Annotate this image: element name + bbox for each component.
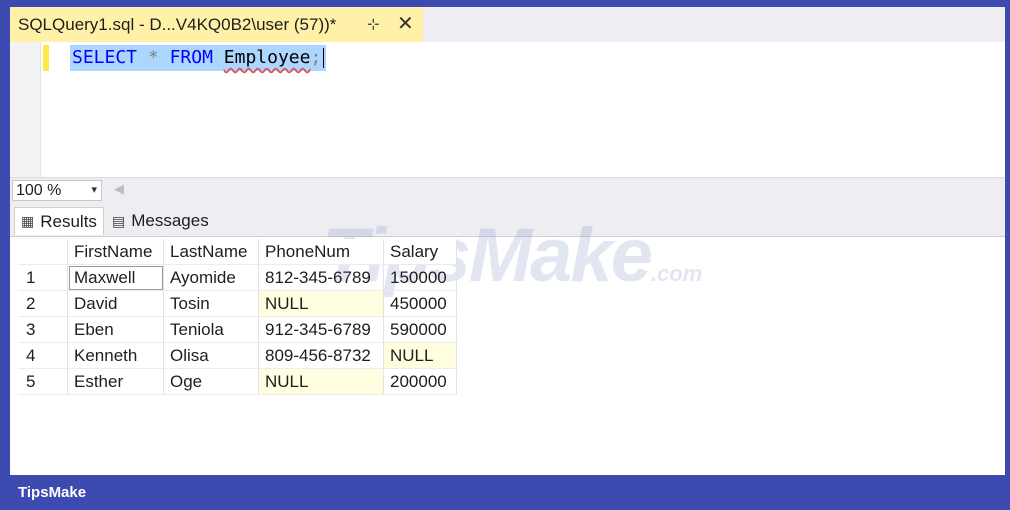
grid-cell-null[interactable]: NULL bbox=[258, 290, 384, 317]
grid-cell[interactable]: Ayomide bbox=[163, 264, 259, 291]
zoom-value: 100 % bbox=[16, 182, 62, 199]
tab-results-label: Results bbox=[40, 211, 97, 231]
keyword-select: SELECT bbox=[72, 47, 138, 68]
table-row[interactable]: 1 Maxwell Ayomide 812-345-6789 150000 bbox=[18, 264, 457, 291]
grid-cell-null[interactable]: NULL bbox=[258, 368, 384, 395]
brand-label: TipsMake bbox=[18, 484, 87, 501]
grid-cell[interactable]: Kenneth bbox=[67, 342, 164, 369]
table-row[interactable]: 2 David Tosin NULL 450000 bbox=[18, 290, 457, 317]
row-number[interactable]: 3 bbox=[18, 316, 68, 343]
grid-cell[interactable]: David bbox=[67, 290, 164, 317]
text-caret bbox=[323, 48, 325, 68]
code-line-1[interactable]: SELECT * FROM Employee; bbox=[70, 45, 327, 71]
change-indicator bbox=[43, 45, 49, 71]
document-tab-strip: SQLQuery1.sql - D...V4KQ0B2\user (57))* … bbox=[10, 7, 1005, 42]
pin-icon[interactable]: ⊹ bbox=[367, 15, 380, 33]
semicolon: ; bbox=[310, 47, 322, 68]
grid-cell[interactable]: 150000 bbox=[383, 264, 457, 291]
grid-cell[interactable]: Tosin bbox=[163, 290, 259, 317]
grid-cell[interactable]: Esther bbox=[67, 368, 164, 395]
editor-gutter bbox=[10, 42, 41, 177]
grid-header-row: FirstName LastName PhoneNum Salary bbox=[18, 239, 457, 265]
results-tab-strip: ▦ Results ▤ Messages bbox=[10, 204, 1005, 237]
star-operator: * bbox=[147, 47, 159, 68]
tab-title: SQLQuery1.sql - D...V4KQ0B2\user (57))* bbox=[18, 14, 337, 34]
watermark-suffix: .com bbox=[650, 261, 703, 286]
grid-cell[interactable]: 200000 bbox=[383, 368, 457, 395]
grid-cell[interactable]: Maxwell bbox=[67, 264, 164, 291]
keyword-from: FROM bbox=[169, 47, 213, 68]
grid-cell[interactable]: Eben bbox=[67, 316, 164, 343]
table-identifier: Employee bbox=[223, 47, 311, 68]
table-row[interactable]: 3 Eben Teniola 912-345-6789 590000 bbox=[18, 316, 457, 343]
close-icon[interactable]: ✕ bbox=[397, 11, 414, 36]
row-number[interactable]: 2 bbox=[18, 290, 68, 317]
grid-cell[interactable]: 809-456-8732 bbox=[258, 342, 384, 369]
row-number[interactable]: 4 bbox=[18, 342, 68, 369]
query-document-tab[interactable]: SQLQuery1.sql - D...V4KQ0B2\user (57))* … bbox=[10, 7, 423, 42]
column-header[interactable]: PhoneNum bbox=[258, 239, 384, 265]
column-header[interactable]: FirstName bbox=[67, 239, 164, 265]
tab-results[interactable]: ▦ Results bbox=[14, 207, 104, 235]
tab-messages-label: Messages bbox=[131, 211, 209, 230]
chevron-down-icon: ▾ bbox=[91, 184, 97, 196]
column-header[interactable]: Salary bbox=[383, 239, 457, 265]
screenshot-frame: SQLQuery1.sql - D...V4KQ0B2\user (57))* … bbox=[0, 0, 1010, 510]
table-row[interactable]: 4 Kenneth Olisa 809-456-8732 NULL bbox=[18, 342, 457, 369]
zoom-bar: 100 % ▾ ◀ bbox=[10, 177, 1005, 204]
row-number-header[interactable] bbox=[18, 239, 68, 265]
ssms-window: SQLQuery1.sql - D...V4KQ0B2\user (57))* … bbox=[10, 7, 1005, 475]
grid-cell[interactable]: 912-345-6789 bbox=[258, 316, 384, 343]
tab-messages[interactable]: ▤ Messages bbox=[106, 207, 215, 235]
grid-icon: ▦ bbox=[21, 213, 35, 229]
scroll-left-icon[interactable]: ◀ bbox=[114, 181, 124, 197]
grid-cell[interactable]: Olisa bbox=[163, 342, 259, 369]
row-number[interactable]: 5 bbox=[18, 368, 68, 395]
results-grid[interactable]: FirstName LastName PhoneNum Salary 1 Max… bbox=[18, 239, 457, 395]
row-number[interactable]: 1 bbox=[18, 264, 68, 291]
grid-cell[interactable]: Oge bbox=[163, 368, 259, 395]
grid-cell-null[interactable]: NULL bbox=[383, 342, 457, 369]
column-header[interactable]: LastName bbox=[163, 239, 259, 265]
grid-cell[interactable]: 590000 bbox=[383, 316, 457, 343]
grid-cell[interactable]: 812-345-6789 bbox=[258, 264, 384, 291]
table-row[interactable]: 5 Esther Oge NULL 200000 bbox=[18, 368, 457, 395]
query-editor[interactable]: SELECT * FROM Employee; bbox=[10, 42, 1005, 177]
zoom-dropdown[interactable]: 100 % ▾ bbox=[12, 180, 102, 201]
grid-cell[interactable]: Teniola bbox=[163, 316, 259, 343]
messages-icon: ▤ bbox=[112, 212, 126, 229]
grid-cell[interactable]: 450000 bbox=[383, 290, 457, 317]
